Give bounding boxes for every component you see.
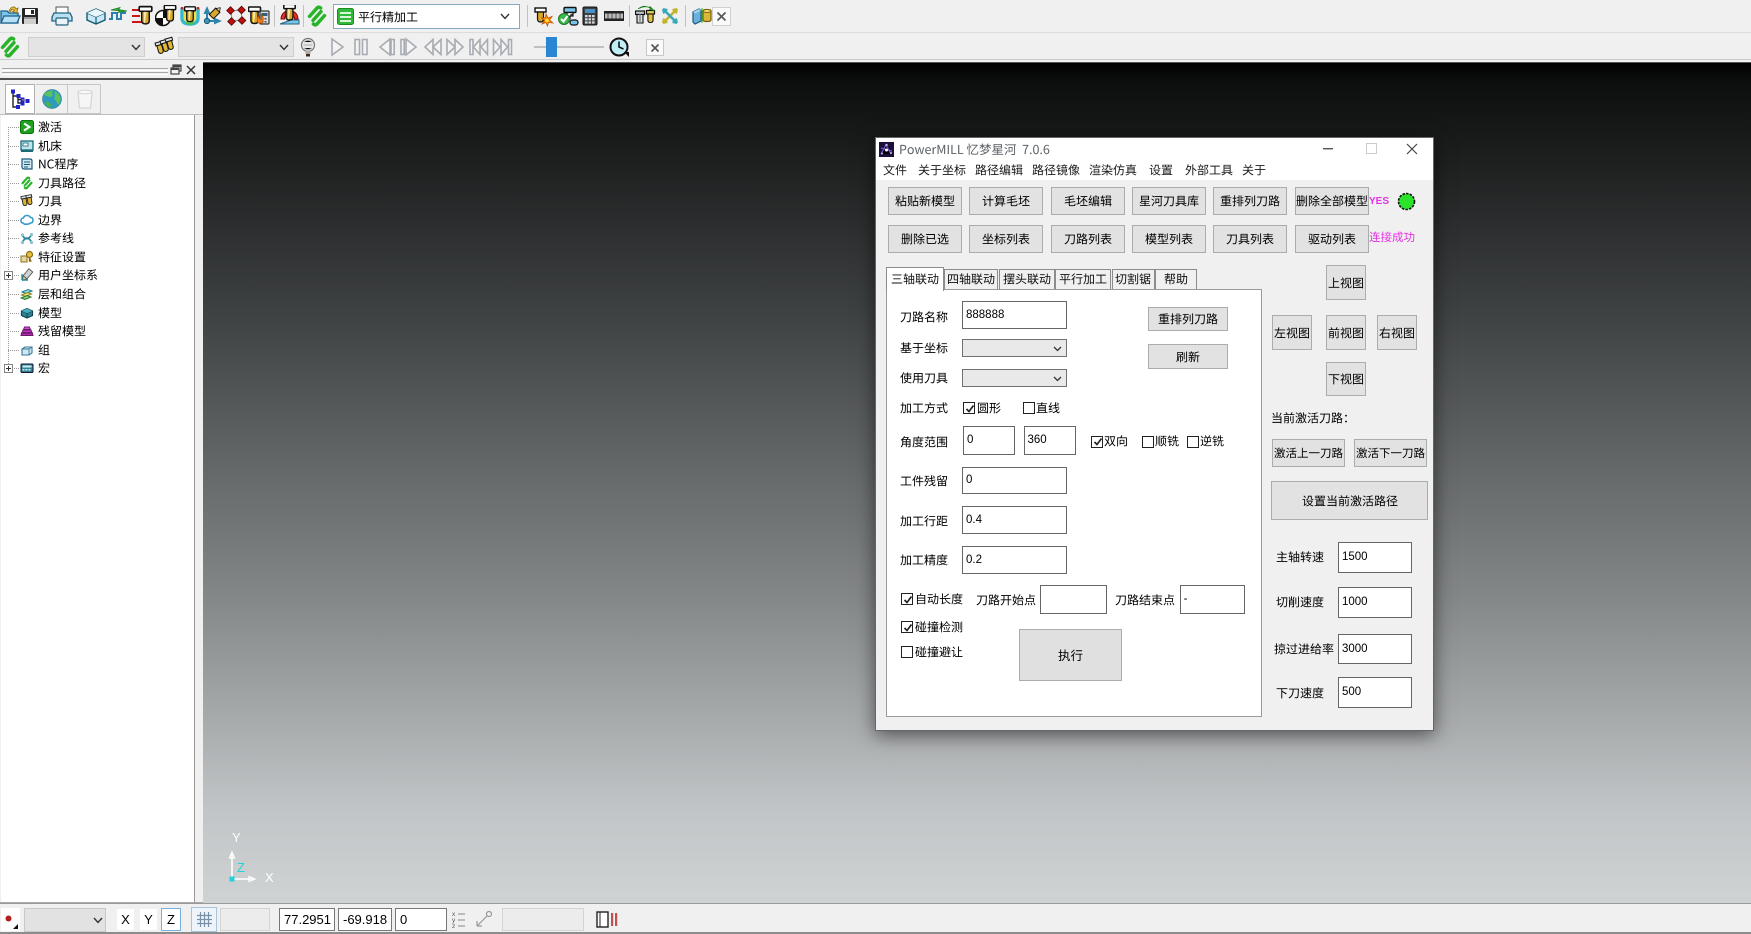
svg-text:z: z (452, 923, 455, 928)
svg-text:Y: Y (232, 830, 241, 845)
svg-text:X: X (265, 870, 274, 885)
svg-text:Z: Z (237, 860, 245, 875)
